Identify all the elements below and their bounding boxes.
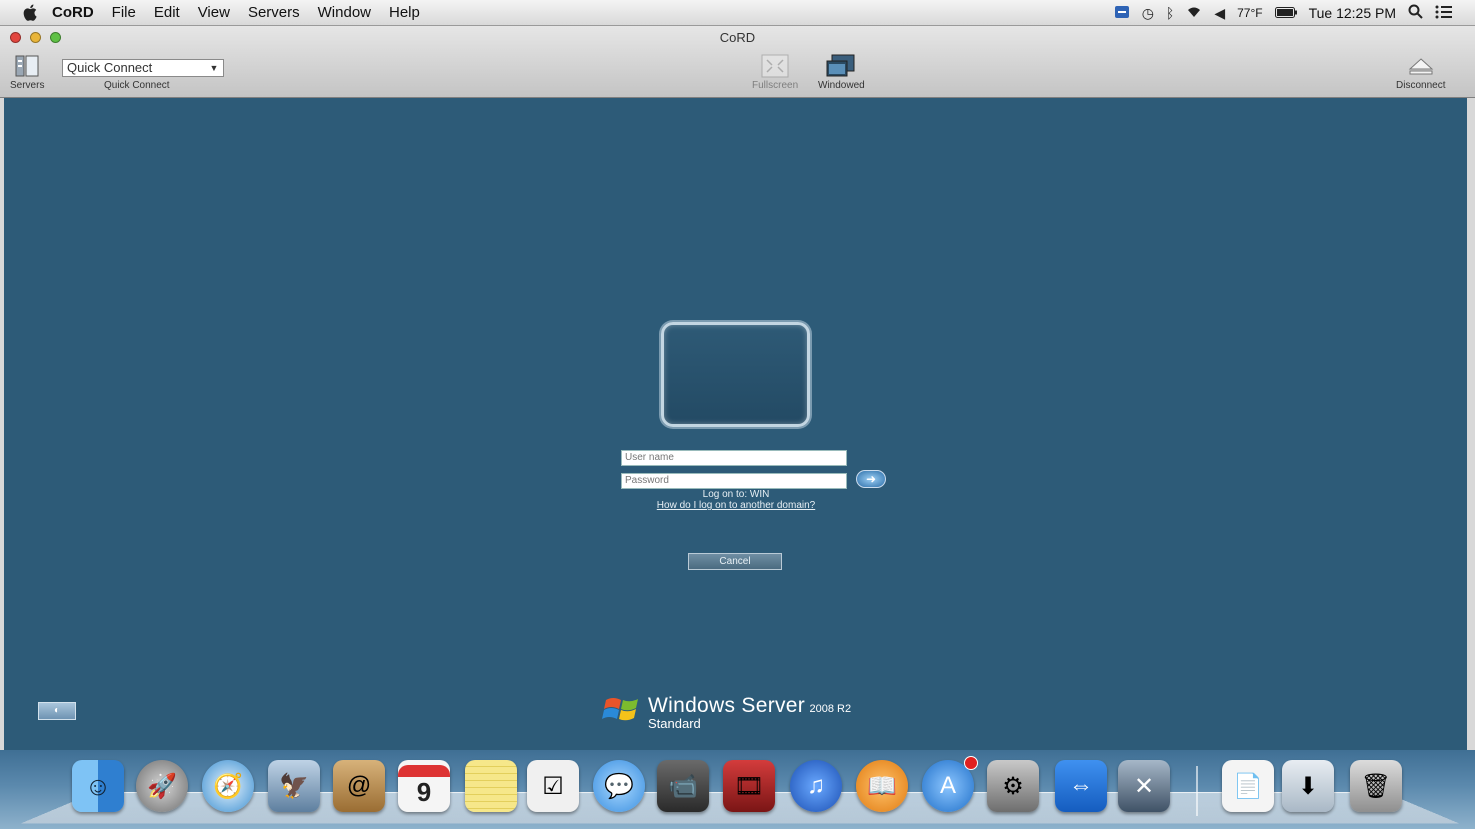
- menu-servers[interactable]: Servers: [248, 4, 300, 21]
- remote-desktop-view[interactable]: User name Password ➜ Log on to: WIN How …: [4, 98, 1467, 750]
- menu-help[interactable]: Help: [389, 4, 420, 21]
- brand-name: Windows Server: [648, 694, 806, 717]
- documents-stack-icon[interactable]: 📄: [1222, 760, 1274, 812]
- disconnect-button[interactable]: Disconnect: [1396, 52, 1445, 91]
- fullscreen-icon: [760, 52, 790, 80]
- ibooks-icon[interactable]: 📖: [856, 760, 908, 812]
- fullscreen-label: Fullscreen: [752, 80, 799, 91]
- disconnect-label: Disconnect: [1396, 80, 1446, 91]
- password-placeholder: Password: [625, 475, 669, 486]
- notification-badge: [964, 756, 978, 770]
- other-domain-link[interactable]: How do I log on to another domain?: [621, 500, 851, 511]
- dock: ☺ 🚀 🧭 🦅 @ 9 ☑ 💬 📹 🎞 ♫ 📖 A ⚙ ⇔ ✕ 📄 ⬇ 🗑: [0, 750, 1475, 829]
- servers-drawer-icon: [12, 52, 42, 80]
- windows-logo-icon: [602, 698, 638, 721]
- password-input[interactable]: Password: [621, 473, 847, 489]
- menu-bar: CoRD File Edit View Servers Window Help …: [0, 0, 1475, 26]
- window-toolbar: CoRD Servers Quick Connect ▼ Quick Conne…: [0, 26, 1475, 98]
- dock-separator: [1196, 766, 1198, 816]
- user-tile: [661, 322, 810, 427]
- windowed-label: Windowed: [818, 80, 865, 91]
- brand-text: Windows Server 2008 R2 Standard: [648, 694, 851, 731]
- quick-connect-input[interactable]: Quick Connect ▼: [62, 59, 224, 77]
- menu-view[interactable]: View: [198, 4, 230, 21]
- battery-icon[interactable]: [1274, 5, 1297, 21]
- windowed-icon: [826, 52, 856, 80]
- teamviewer-icon[interactable]: ⇔: [1055, 760, 1107, 812]
- photo-booth-icon[interactable]: 🎞: [723, 760, 775, 812]
- username-placeholder: User name: [625, 452, 674, 463]
- mail-icon[interactable]: 🦅: [268, 760, 320, 812]
- itunes-icon[interactable]: ♫: [790, 760, 842, 812]
- contacts-icon[interactable]: @: [333, 760, 385, 812]
- wifi-icon[interactable]: [1186, 5, 1202, 21]
- servers-button[interactable]: Servers: [10, 52, 44, 91]
- screen-capture-icon[interactable]: [1114, 5, 1130, 22]
- reminders-icon[interactable]: ☑: [527, 760, 579, 812]
- notification-center-icon[interactable]: [1435, 5, 1453, 22]
- calendar-icon[interactable]: 9: [398, 760, 450, 812]
- launchpad-icon[interactable]: 🚀: [136, 760, 188, 812]
- app-store-icon[interactable]: A: [922, 756, 978, 812]
- quick-connect-label: Quick Connect: [104, 80, 170, 91]
- arrow-right-icon: ➜: [865, 472, 877, 486]
- cord-icon[interactable]: ✕: [1118, 760, 1170, 812]
- facetime-icon[interactable]: 📹: [657, 760, 709, 812]
- windows-server-branding: Windows Server 2008 R2 Standard: [602, 694, 851, 731]
- fullscreen-button[interactable]: Fullscreen: [752, 52, 798, 91]
- submit-arrow-button[interactable]: ➜: [856, 470, 886, 488]
- temperature-label: 77°F: [1237, 6, 1263, 20]
- brand-version: 2008 R2: [809, 703, 852, 715]
- cancel-button[interactable]: Cancel: [688, 553, 782, 570]
- log-on-to-text: Log on to: WIN: [702, 489, 770, 500]
- spotlight-icon[interactable]: [1408, 4, 1423, 22]
- menu-edit[interactable]: Edit: [154, 4, 180, 21]
- menu-file[interactable]: File: [112, 4, 136, 21]
- clock[interactable]: Tue 12:25 PM: [1309, 5, 1396, 21]
- safari-icon[interactable]: 🧭: [202, 760, 254, 812]
- eject-icon: [1406, 52, 1436, 80]
- apple-icon[interactable]: [20, 4, 40, 22]
- ease-of-access-icon: ◐: [53, 705, 61, 716]
- menu-app-name[interactable]: CoRD: [52, 4, 94, 21]
- ease-of-access-button[interactable]: ◐: [38, 702, 76, 720]
- windowed-button[interactable]: Windowed: [818, 52, 865, 91]
- finder-icon[interactable]: ☺: [72, 760, 124, 812]
- window-title: CoRD: [719, 30, 756, 45]
- messages-icon[interactable]: 💬: [593, 760, 645, 812]
- calendar-day: 9: [416, 776, 432, 807]
- downloads-stack-icon[interactable]: ⬇: [1282, 760, 1334, 812]
- servers-label: Servers: [10, 80, 45, 91]
- quick-connect-value: Quick Connect: [67, 60, 153, 75]
- menu-window[interactable]: Window: [318, 4, 371, 21]
- time-machine-icon[interactable]: ◷: [1142, 5, 1154, 22]
- volume-icon[interactable]: ◀: [1214, 5, 1225, 22]
- notes-icon[interactable]: [465, 760, 517, 812]
- username-input[interactable]: User name: [621, 450, 847, 466]
- status-area: ◷ ᛒ ◀ 77°F Tue 12:25 PM: [1114, 0, 1453, 26]
- brand-edition: Standard: [648, 716, 701, 731]
- chevron-down-icon[interactable]: ▼: [207, 61, 221, 75]
- system-preferences-icon[interactable]: ⚙: [987, 760, 1039, 812]
- trash-icon[interactable]: 🗑: [1350, 760, 1402, 812]
- bluetooth-icon[interactable]: ᛒ: [1166, 5, 1174, 21]
